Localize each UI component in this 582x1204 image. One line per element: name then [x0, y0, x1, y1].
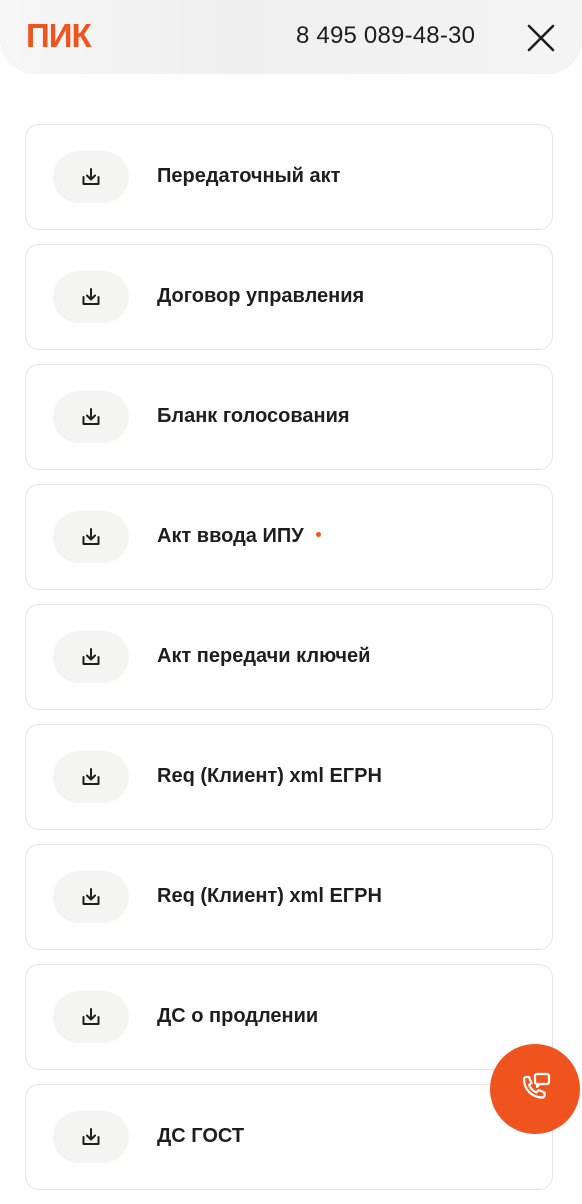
download-button[interactable] — [53, 391, 129, 443]
document-item[interactable]: ДС о продлении — [25, 964, 553, 1070]
phone-chat-icon — [522, 1072, 551, 1099]
document-item[interactable]: Договор управления — [25, 244, 553, 350]
close-button[interactable] — [524, 21, 558, 55]
document-item[interactable]: Req (Клиент) xml ЕГРН — [25, 724, 553, 830]
document-title: ДС о продлении — [157, 1005, 319, 1027]
document-item[interactable]: ДС ГОСТ — [25, 1084, 553, 1190]
document-title: Req (Клиент) xml ЕГРН — [157, 885, 382, 907]
download-button[interactable] — [53, 151, 129, 203]
download-button[interactable] — [53, 871, 129, 923]
document-label: Req (Клиент) xml ЕГРН — [157, 763, 382, 789]
document-label: Req (Клиент) xml ЕГРН — [157, 883, 382, 909]
phone-number-link[interactable]: 8 495 089-48-30 — [296, 20, 475, 52]
download-icon — [82, 768, 100, 785]
document-label: ДС ГОСТ — [157, 1123, 244, 1149]
document-label: ДС о продлении — [157, 1003, 318, 1029]
document-title: Req (Клиент) xml ЕГРН — [157, 765, 382, 787]
document-title: Акт ввода ИПУ — [157, 525, 304, 547]
download-icon — [82, 168, 100, 185]
download-icon — [82, 288, 100, 305]
document-item[interactable]: Акт передачи ключей — [25, 604, 553, 710]
document-label: Договор управления — [157, 283, 364, 309]
document-item[interactable]: Req (Клиент) xml ЕГРН — [25, 844, 553, 950]
document-label: Акт ввода ИПУ — [157, 523, 321, 549]
call-button[interactable] — [490, 1044, 580, 1134]
document-label: Акт передачи ключей — [157, 643, 370, 669]
document-label: Передаточный акт — [157, 163, 340, 189]
brand-logo[interactable]: ПИК — [26, 16, 92, 56]
download-icon — [82, 408, 100, 425]
download-icon — [82, 1008, 100, 1025]
top-bar: ПИК 8 495 089-48-30 — [0, 0, 582, 74]
close-icon — [527, 24, 555, 52]
download-button[interactable] — [53, 751, 129, 803]
document-item[interactable]: Бланк голосования — [25, 364, 553, 470]
download-icon — [82, 648, 100, 665]
documents-list: Передаточный акт Договор управления Бланк … — [25, 124, 553, 1204]
download-icon — [82, 528, 100, 545]
document-title: Бланк голосования — [157, 405, 350, 427]
download-button[interactable] — [53, 1111, 129, 1163]
document-title: Договор управления — [157, 285, 365, 307]
new-badge-dot — [315, 532, 321, 538]
download-icon — [82, 888, 100, 905]
download-icon — [82, 1128, 100, 1145]
document-item[interactable]: Акт ввода ИПУ — [25, 484, 553, 590]
document-label: Бланк голосования — [157, 403, 350, 429]
download-button[interactable] — [53, 991, 129, 1043]
download-button[interactable] — [53, 511, 129, 563]
document-title: ДС ГОСТ — [157, 1125, 245, 1147]
document-title: Акт передачи ключей — [157, 645, 371, 667]
download-button[interactable] — [53, 271, 129, 323]
document-title: Передаточный акт — [157, 165, 341, 187]
download-button[interactable] — [53, 631, 129, 683]
document-item[interactable]: Передаточный акт — [25, 124, 553, 230]
